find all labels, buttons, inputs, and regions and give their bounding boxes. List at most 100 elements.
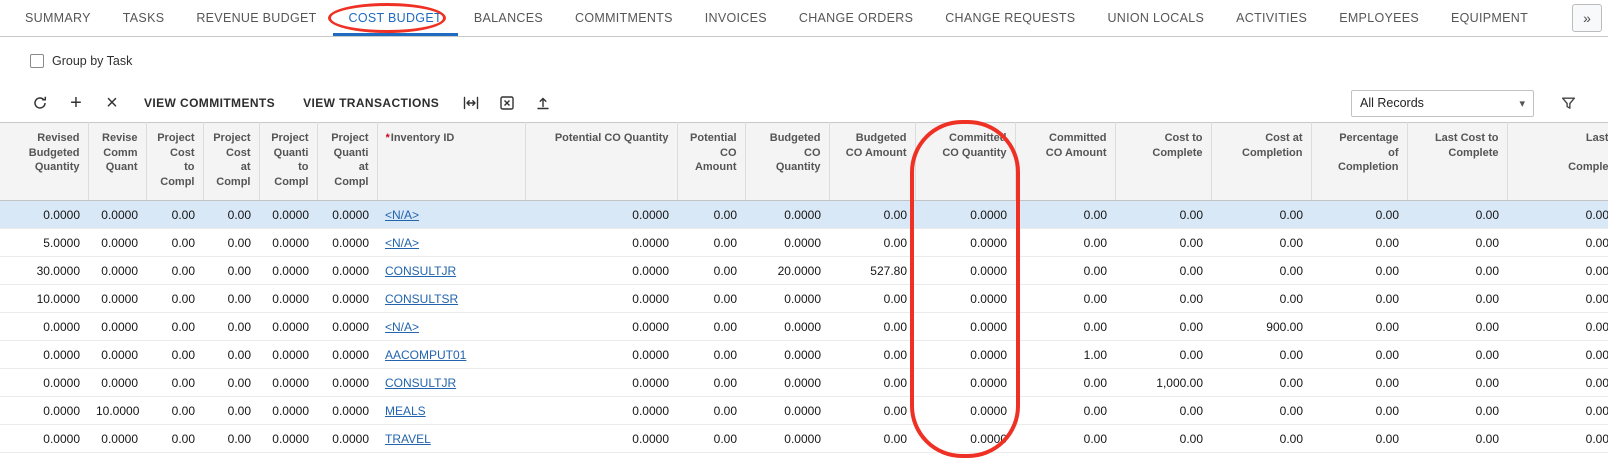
tab-cost-budget[interactable]: COST BUDGET (333, 0, 458, 36)
cell-project-cost-to-complete[interactable]: 0.00 (146, 201, 203, 229)
cell-project-quantity-at-completion[interactable]: 0.0000 (317, 313, 377, 341)
cell-last-percentage-of-completion[interactable]: 0.00 (1507, 257, 1608, 285)
cell-percentage-of-completion[interactable]: 0.00 (1311, 369, 1407, 397)
cell-revised-budgeted-quantity[interactable]: 0.0000 (0, 313, 88, 341)
cell-project-cost-at-completion[interactable]: 0.00 (203, 285, 259, 313)
cell-cost-to-complete[interactable]: 0.00 (1115, 425, 1211, 453)
tab-tasks[interactable]: TASKS (107, 0, 181, 36)
cell-committed-co-amount[interactable]: 0.00 (1015, 257, 1115, 285)
cell-budgeted-co-amount[interactable]: 0.00 (829, 229, 915, 257)
cell-revised-budgeted-quantity[interactable]: 0.0000 (0, 201, 88, 229)
cell-budgeted-co-amount[interactable]: 0.00 (829, 369, 915, 397)
cell-project-cost-at-completion[interactable]: 0.00 (203, 257, 259, 285)
cell-potential-co-amount[interactable]: 0.00 (677, 285, 745, 313)
cell-potential-co-quantity[interactable]: 0.0000 (525, 369, 677, 397)
cell-last-percentage-of-completion[interactable]: 0.00 (1507, 425, 1608, 453)
inventory-link[interactable]: CONSULTJR (385, 376, 456, 390)
cell-project-quantity-to-complete[interactable]: 0.0000 (259, 425, 317, 453)
column-header-committed-co-amount[interactable]: CommittedCO Amount (1015, 123, 1115, 201)
cell-committed-co-amount[interactable]: 0.00 (1015, 201, 1115, 229)
cell-committed-co-quantity[interactable]: 0.0000 (915, 257, 1015, 285)
cell-revised-budgeted-quantity[interactable]: 0.0000 (0, 425, 88, 453)
tab-revenue-budget[interactable]: REVENUE BUDGET (180, 0, 332, 36)
cell-project-cost-to-complete[interactable]: 0.00 (146, 397, 203, 425)
inventory-link[interactable]: CONSULTSR (385, 292, 458, 306)
cell-committed-co-quantity[interactable]: 0.0000 (915, 285, 1015, 313)
cell-budgeted-co-quantity[interactable]: 0.0000 (745, 285, 829, 313)
cell-last-cost-to-complete[interactable]: 0.00 (1407, 257, 1507, 285)
column-header-last-percentage-of-completion[interactable]: Last Comple (1507, 123, 1608, 201)
cell-project-quantity-to-complete[interactable]: 0.0000 (259, 229, 317, 257)
cell-last-percentage-of-completion[interactable]: 0.00 (1507, 341, 1608, 369)
cell-last-cost-to-complete[interactable]: 0.00 (1407, 229, 1507, 257)
cell-last-cost-to-complete[interactable]: 0.00 (1407, 397, 1507, 425)
cell-budgeted-co-amount[interactable]: 0.00 (829, 397, 915, 425)
cell-cost-at-completion[interactable]: 0.00 (1211, 425, 1311, 453)
tab-balances[interactable]: BALANCES (458, 0, 559, 36)
cell-inventory-id[interactable]: TRAVEL (377, 425, 525, 453)
cell-potential-co-amount[interactable]: 0.00 (677, 369, 745, 397)
cell-inventory-id[interactable]: <N/A> (377, 313, 525, 341)
cell-project-quantity-to-complete[interactable]: 0.0000 (259, 369, 317, 397)
cell-revised-committed-quantity[interactable]: 0.0000 (88, 285, 146, 313)
fit-width-button[interactable] (453, 89, 489, 117)
cell-cost-to-complete[interactable]: 0.00 (1115, 397, 1211, 425)
cell-last-cost-to-complete[interactable]: 0.00 (1407, 341, 1507, 369)
cell-revised-budgeted-quantity[interactable]: 10.0000 (0, 285, 88, 313)
cell-project-cost-at-completion[interactable]: 0.00 (203, 313, 259, 341)
cell-inventory-id[interactable]: MEALS (377, 397, 525, 425)
column-header-revised-budgeted-quantity[interactable]: RevisedBudgetedQuantity (0, 123, 88, 201)
filter-settings-button[interactable] (1550, 89, 1586, 117)
cell-last-percentage-of-completion[interactable]: 0.00 (1507, 313, 1608, 341)
cell-project-quantity-to-complete[interactable]: 0.0000 (259, 397, 317, 425)
column-header-potential-co-quantity[interactable]: Potential CO Quantity (525, 123, 677, 201)
cell-project-cost-to-complete[interactable]: 0.00 (146, 369, 203, 397)
cell-budgeted-co-quantity[interactable]: 0.0000 (745, 397, 829, 425)
cell-committed-co-amount[interactable]: 0.00 (1015, 229, 1115, 257)
tab-union-locals[interactable]: UNION LOCALS (1091, 0, 1220, 36)
cell-percentage-of-completion[interactable]: 0.00 (1311, 285, 1407, 313)
cell-cost-at-completion[interactable]: 0.00 (1211, 369, 1311, 397)
cell-percentage-of-completion[interactable]: 0.00 (1311, 425, 1407, 453)
cell-inventory-id[interactable]: AACOMPUT01 (377, 341, 525, 369)
cell-potential-co-amount[interactable]: 0.00 (677, 229, 745, 257)
cell-cost-at-completion[interactable]: 0.00 (1211, 397, 1311, 425)
cell-budgeted-co-quantity[interactable]: 0.0000 (745, 425, 829, 453)
cell-revised-committed-quantity[interactable]: 0.0000 (88, 341, 146, 369)
cell-last-percentage-of-completion[interactable]: 0.00 (1507, 285, 1608, 313)
cell-project-quantity-at-completion[interactable]: 0.0000 (317, 341, 377, 369)
cell-potential-co-quantity[interactable]: 0.0000 (525, 341, 677, 369)
cell-project-cost-to-complete[interactable]: 0.00 (146, 285, 203, 313)
cell-budgeted-co-quantity[interactable]: 0.0000 (745, 369, 829, 397)
cell-revised-budgeted-quantity[interactable]: 0.0000 (0, 341, 88, 369)
cell-revised-budgeted-quantity[interactable]: 5.0000 (0, 229, 88, 257)
cell-potential-co-quantity[interactable]: 0.0000 (525, 201, 677, 229)
column-header-last-cost-to-complete[interactable]: Last Cost toComplete (1407, 123, 1507, 201)
cell-project-cost-at-completion[interactable]: 0.00 (203, 341, 259, 369)
cell-potential-co-amount[interactable]: 0.00 (677, 313, 745, 341)
grid-row-1[interactable]: 0.00000.00000.000.000.00000.0000<N/A>0.0… (0, 201, 1608, 229)
grid-row-4[interactable]: 10.00000.00000.000.000.00000.0000CONSULT… (0, 285, 1608, 313)
cell-cost-to-complete[interactable]: 1,000.00 (1115, 369, 1211, 397)
grid-row-9[interactable]: 0.00000.00000.000.000.00000.0000TRAVEL0.… (0, 425, 1608, 453)
inventory-link[interactable]: <N/A> (385, 208, 419, 222)
cell-committed-co-quantity[interactable]: 0.0000 (915, 313, 1015, 341)
tab-activities[interactable]: ACTIVITIES (1220, 0, 1323, 36)
grid-row-6[interactable]: 0.00000.00000.000.000.00000.0000AACOMPUT… (0, 341, 1608, 369)
cell-potential-co-amount[interactable]: 0.00 (677, 201, 745, 229)
cell-revised-committed-quantity[interactable]: 0.0000 (88, 313, 146, 341)
grid-row-5[interactable]: 0.00000.00000.000.000.00000.0000<N/A>0.0… (0, 313, 1608, 341)
column-header-revised-committed-quantity[interactable]: ReviseCommQuant (88, 123, 146, 201)
tab-change-orders[interactable]: CHANGE ORDERS (783, 0, 929, 36)
inventory-link[interactable]: AACOMPUT01 (385, 348, 466, 362)
export-excel-button[interactable] (489, 89, 525, 117)
inventory-link[interactable]: MEALS (385, 404, 426, 418)
view-transactions-button[interactable]: VIEW TRANSACTIONS (289, 89, 453, 117)
grid-row-8[interactable]: 0.000010.00000.000.000.00000.0000MEALS0.… (0, 397, 1608, 425)
column-header-project-cost-at-completion[interactable]: ProjectCostatCompl (203, 123, 259, 201)
cell-cost-at-completion[interactable]: 0.00 (1211, 229, 1311, 257)
cell-potential-co-amount[interactable]: 0.00 (677, 341, 745, 369)
cell-last-percentage-of-completion[interactable]: 0.00 (1507, 397, 1608, 425)
cell-inventory-id[interactable]: CONSULTJR (377, 369, 525, 397)
cell-revised-committed-quantity[interactable]: 0.0000 (88, 369, 146, 397)
